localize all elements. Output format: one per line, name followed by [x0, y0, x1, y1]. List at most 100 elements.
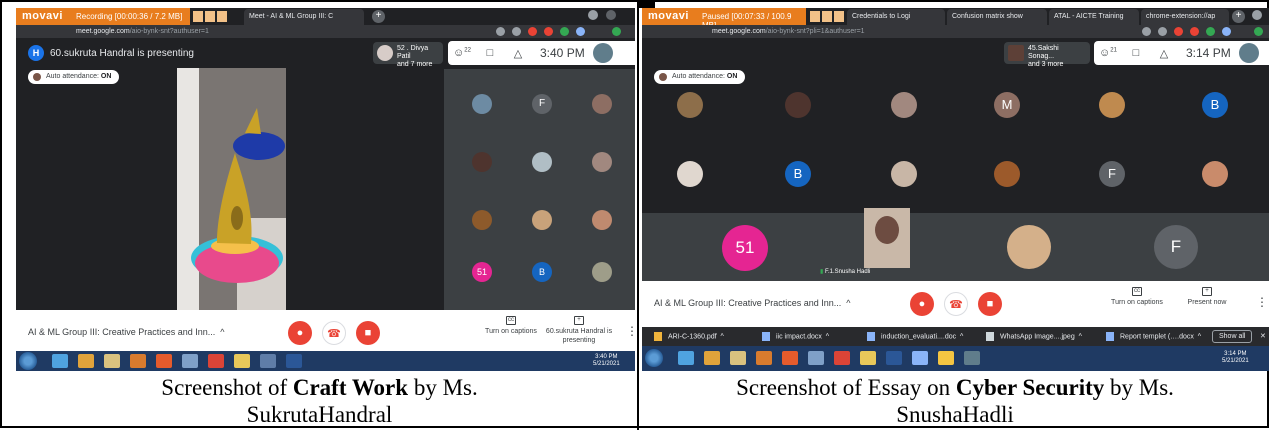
- auto-attendance-chip[interactable]: Auto attendance: ON: [654, 70, 746, 84]
- start-button[interactable]: [19, 352, 37, 370]
- participant-tile[interactable]: [1099, 92, 1125, 118]
- address-bar[interactable]: meet.google.com/aio-bynk-snt?authuser=1: [16, 25, 635, 38]
- app-icon[interactable]: [938, 351, 954, 365]
- browser-tab[interactable]: chrome-extension://ap: [1141, 9, 1229, 25]
- extension-icon[interactable]: [1222, 27, 1231, 36]
- firefox-icon[interactable]: [782, 351, 798, 365]
- app-icon[interactable]: [260, 354, 276, 368]
- chat-icon[interactable]: □: [476, 47, 504, 59]
- folder-icon[interactable]: [234, 354, 250, 368]
- participant-tile[interactable]: [677, 161, 703, 187]
- participant-tile[interactable]: [592, 94, 612, 114]
- start-button[interactable]: [645, 349, 663, 367]
- participant-tile[interactable]: [785, 92, 811, 118]
- minimize-icon[interactable]: [606, 10, 616, 20]
- people-icon[interactable]: ☺21: [1094, 47, 1122, 59]
- star-icon[interactable]: [1158, 27, 1167, 36]
- activities-icon[interactable]: △: [1150, 47, 1178, 60]
- extension-icon[interactable]: [1174, 27, 1183, 36]
- extension-icon[interactable]: [1142, 27, 1151, 36]
- extension-icon[interactable]: [576, 27, 585, 36]
- end-call-button[interactable]: ☎: [944, 292, 968, 316]
- app-icon[interactable]: [964, 351, 980, 365]
- participant-tile[interactable]: F: [532, 94, 552, 114]
- participant-tile[interactable]: M: [994, 92, 1020, 118]
- participant-tile[interactable]: B: [1202, 92, 1228, 118]
- recorder-button[interactable]: [822, 11, 832, 22]
- participant-tile[interactable]: F: [1099, 161, 1125, 187]
- folder-icon[interactable]: [104, 354, 120, 368]
- speaker-video[interactable]: [864, 208, 910, 268]
- word-icon[interactable]: [286, 354, 302, 368]
- participant-tile[interactable]: B: [785, 161, 811, 187]
- extension-icon[interactable]: [528, 27, 537, 36]
- captions-button[interactable]: cc Turn on captions: [476, 316, 546, 336]
- extension-icon[interactable]: [1190, 27, 1199, 36]
- participant-tile[interactable]: [472, 210, 492, 230]
- browser-tab[interactable]: ATAL - AICTE Training: [1049, 9, 1139, 25]
- participant-tile[interactable]: 51: [722, 225, 768, 271]
- participant-tile[interactable]: F: [1154, 225, 1198, 269]
- extension-icon[interactable]: [1206, 27, 1215, 36]
- recorder-controls[interactable]: [810, 9, 844, 24]
- present-now-button[interactable]: + Present now: [1172, 287, 1242, 307]
- app-icon[interactable]: [182, 354, 198, 368]
- download-item[interactable]: ARI-C-1360.pdf ^: [654, 332, 724, 341]
- participant-tile[interactable]: [592, 152, 612, 172]
- participant-tile[interactable]: [1007, 225, 1051, 269]
- download-item[interactable]: WhatsApp Image....jpeg ^: [986, 332, 1082, 341]
- participant-tile[interactable]: [677, 92, 703, 118]
- folder-icon[interactable]: [860, 351, 876, 365]
- browser-tab[interactable]: Meet - AI & ML Group III: C: [244, 9, 364, 25]
- participant-tile[interactable]: [891, 92, 917, 118]
- activities-icon[interactable]: △: [504, 47, 532, 60]
- vlc-icon[interactable]: [704, 351, 720, 365]
- participant-tile[interactable]: 51: [472, 262, 492, 282]
- chrome-icon[interactable]: [834, 351, 850, 365]
- participant-tile[interactable]: [994, 161, 1020, 187]
- people-icon[interactable]: ☺22: [448, 47, 476, 59]
- recorder-button[interactable]: [205, 11, 215, 22]
- participant-tile[interactable]: [532, 152, 552, 172]
- download-item[interactable]: Report templet (….docx ^: [1106, 332, 1201, 341]
- app-icon[interactable]: [808, 351, 824, 365]
- recorder-controls[interactable]: [193, 9, 227, 24]
- end-call-button[interactable]: ☎: [322, 321, 346, 345]
- address-bar[interactable]: meet.google.com/aio-bynk-snt?pli=1&authu…: [642, 25, 1269, 38]
- profile-icon[interactable]: [1254, 27, 1263, 36]
- extension-icon[interactable]: [496, 27, 505, 36]
- new-tab-icon[interactable]: +: [372, 10, 385, 23]
- chrome-icon[interactable]: [208, 354, 224, 368]
- participant-tile[interactable]: [472, 152, 492, 172]
- recorder-button[interactable]: [834, 11, 844, 22]
- camera-off-button[interactable]: ■: [978, 292, 1002, 316]
- participants-preview[interactable]: 45.Sakshi Sonag... and 3 more: [1004, 42, 1090, 68]
- extension-icon[interactable]: [544, 27, 553, 36]
- participants-preview[interactable]: 52 . Divya Patil and 7 more: [373, 42, 443, 68]
- presenting-status[interactable]: +60.sukruta Handral is presenting: [544, 316, 614, 345]
- auto-attendance-chip[interactable]: Auto attendance: ON: [28, 70, 120, 84]
- vlc-icon[interactable]: [78, 354, 94, 368]
- word-icon[interactable]: [886, 351, 902, 365]
- close-icon[interactable]: ✕: [1260, 332, 1266, 340]
- account-icon[interactable]: [588, 10, 598, 20]
- download-item[interactable]: induction_evaluati....doc ^: [867, 332, 963, 341]
- show-all-button[interactable]: Show all: [1212, 330, 1253, 343]
- participant-tile[interactable]: B: [532, 262, 552, 282]
- chat-icon[interactable]: □: [1122, 47, 1150, 59]
- more-options-icon[interactable]: ⋮: [1256, 295, 1268, 309]
- self-avatar[interactable]: [1238, 43, 1259, 63]
- browser-tab[interactable]: Confusion matrix show: [947, 9, 1047, 25]
- mic-off-button[interactable]: ●: [910, 292, 934, 316]
- app-icon[interactable]: [130, 354, 146, 368]
- extension-icon[interactable]: [560, 27, 569, 36]
- download-item[interactable]: iic impact.docx ^: [762, 332, 829, 341]
- recorder-button[interactable]: [810, 11, 820, 22]
- meeting-title[interactable]: AI & ML Group III: Creative Practices an…: [28, 327, 225, 337]
- app-icon[interactable]: [756, 351, 772, 365]
- participant-tile[interactable]: [592, 262, 612, 282]
- more-options-icon[interactable]: ⋮: [626, 324, 635, 338]
- ie-icon[interactable]: [678, 351, 694, 365]
- ie-icon[interactable]: [52, 354, 68, 368]
- participant-tile[interactable]: [891, 161, 917, 187]
